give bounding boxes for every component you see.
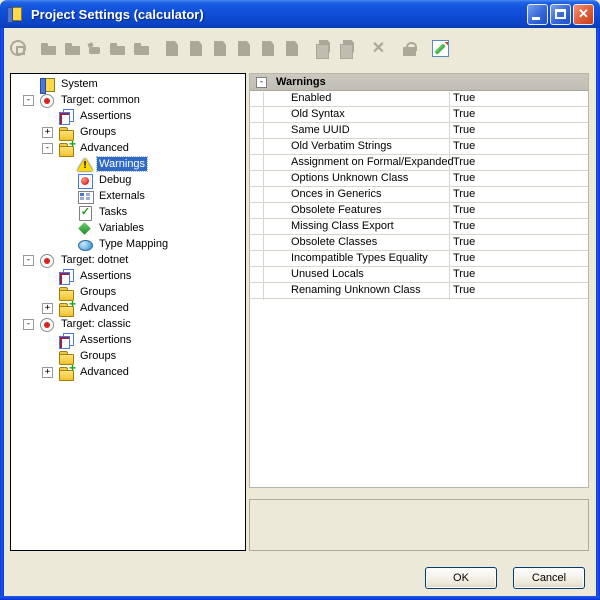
grid-row-renaming-unknown-class[interactable]: Renaming Unknown ClassTrue [250,283,588,299]
tree-item-target-classic[interactable]: -Target: classic [11,316,245,332]
lock-icon[interactable] [401,40,418,57]
collapse-section-expander[interactable]: - [256,77,267,88]
folder-3-icon[interactable] [133,40,150,57]
maximize-icon [555,9,566,19]
delete-icon[interactable]: ✕ [370,40,387,57]
grid-row-missing-class-export[interactable]: Missing Class ExportTrue [250,219,588,235]
window-border-left [0,28,4,600]
grid-row-obsolete-features[interactable]: Obsolete FeaturesTrue [250,203,588,219]
folder-plus-icon: + [58,301,74,316]
folder-plus-icon: + [58,141,74,156]
debug-icon [77,173,93,188]
tree-item-advanced[interactable]: ++Advanced [11,300,245,316]
grid-section-title: Warnings [276,76,326,88]
titlebar[interactable]: Project Settings (calculator) ✕ [0,0,600,28]
settings-tree: System -Target: common Assertions +Group… [10,73,246,551]
window-title: Project Settings (calculator) [31,7,525,22]
maximize-button[interactable] [550,4,571,25]
tree-item-target-common[interactable]: -Target: common [11,92,245,108]
window-border-bottom [0,596,600,600]
tree-item-warnings[interactable]: !Warnings [11,156,245,172]
project-settings-window: Project Settings (calculator) ✕ ✕ System… [0,0,600,600]
collapse-expander[interactable]: - [23,95,34,106]
close-icon: ✕ [574,6,593,22]
collapse-expander[interactable]: - [42,143,53,154]
tree-item-variables[interactable]: Variables [11,220,245,236]
tree-item-system[interactable]: System [11,76,245,92]
file-3-icon[interactable] [212,40,229,57]
tree-item-assertions[interactable]: Assertions [11,108,245,124]
assertions-icon [58,269,74,284]
notebook-icon [39,77,55,92]
grid-row-old-verbatim-strings[interactable]: Old Verbatim StringsTrue [250,139,588,155]
tree-item-assertions[interactable]: Assertions [11,268,245,284]
grid-row-unused-locals[interactable]: Unused LocalsTrue [250,267,588,283]
grid-row-incompatible-types-equality[interactable]: Incompatible Types EqualityTrue [250,251,588,267]
file-5-icon[interactable] [260,40,277,57]
target-icon [39,93,55,108]
file-2-icon[interactable] [188,40,205,57]
folder-2-icon[interactable] [109,40,126,57]
ok-button[interactable]: OK [425,567,497,589]
tree-item-groups[interactable]: Groups [11,284,245,300]
assertions-icon [58,333,74,348]
new-folder-icon[interactable] [40,40,57,57]
close-button[interactable]: ✕ [573,4,594,25]
tree-item-target-dotnet[interactable]: -Target: dotnet [11,252,245,268]
tree-item-externals[interactable]: Externals [11,188,245,204]
edit-icon[interactable] [432,40,449,57]
rename-icon[interactable] [88,40,102,57]
tasks-icon: ✓ [77,205,93,220]
tree-item-type-mapping[interactable]: Type Mapping [11,236,245,252]
warnings-property-grid: - Warnings EnabledTrue Old SyntaxTrue Sa… [249,73,589,488]
grid-row-options-unknown-class[interactable]: Options Unknown ClassTrue [250,171,588,187]
type-mapping-icon [77,237,93,252]
window-border-right [596,28,600,600]
expand-expander[interactable]: + [42,303,53,314]
file-6-icon[interactable] [284,40,301,57]
tree-item-advanced[interactable]: -+Advanced [11,140,245,156]
target-icon [39,317,55,332]
file-4-icon[interactable] [236,40,253,57]
copy-files-2-icon[interactable] [339,40,356,57]
tree-item-groups[interactable]: +Groups [11,124,245,140]
target-ring-icon[interactable] [10,40,26,56]
grid-row-obsolete-classes[interactable]: Obsolete ClassesTrue [250,235,588,251]
grid-row-same-uuid[interactable]: Same UUIDTrue [250,123,588,139]
file-1-icon[interactable] [164,40,181,57]
expand-expander[interactable]: + [42,367,53,378]
externals-icon [77,189,93,204]
grid-row-enabled[interactable]: EnabledTrue [250,91,588,107]
variables-icon [77,221,93,236]
folder-plus-icon: + [58,365,74,380]
tree-item-debug[interactable]: Debug [11,172,245,188]
grid-row-old-syntax[interactable]: Old SyntaxTrue [250,107,588,123]
copy-files-icon[interactable] [315,40,332,57]
window-icon [6,6,22,22]
grid-row-assignment-on-formal-expanded[interactable]: Assignment on Formal/ExpandedTrue [250,155,588,171]
collapse-expander[interactable]: - [23,319,34,330]
minimize-icon [532,17,540,20]
cancel-button[interactable]: Cancel [513,567,585,589]
folder-copy-icon[interactable] [64,40,81,57]
collapse-expander[interactable]: - [23,255,34,266]
grid-row-onces-in-generics[interactable]: Onces in GenericsTrue [250,187,588,203]
tree-item-advanced[interactable]: ++Advanced [11,364,245,380]
grid-section-header[interactable]: - Warnings [250,74,588,91]
description-panel [249,499,589,551]
tree-item-assertions[interactable]: Assertions [11,332,245,348]
minimize-button[interactable] [527,4,548,25]
tree-item-groups[interactable]: Groups [11,348,245,364]
warning-icon: ! [77,157,93,172]
toolbar: ✕ [10,39,449,57]
assertions-icon [58,109,74,124]
tree-item-tasks[interactable]: ✓Tasks [11,204,245,220]
expand-expander[interactable]: + [42,127,53,138]
target-icon [39,253,55,268]
